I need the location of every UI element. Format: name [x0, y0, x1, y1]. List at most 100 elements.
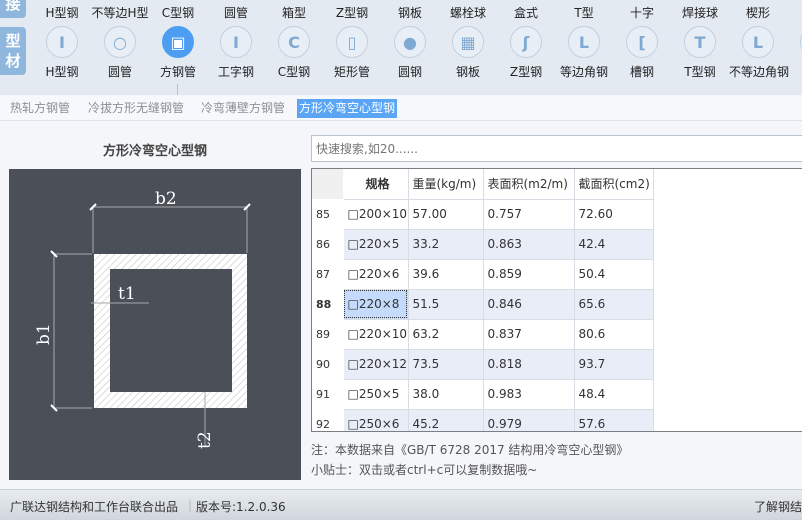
col-surface[interactable]: 表面积(m2/m): [482, 169, 575, 200]
table-cell[interactable]: 65.6: [573, 288, 654, 320]
empty-cell: [653, 319, 802, 349]
profile-item[interactable]: ▯ 矩形管: [323, 26, 381, 80]
version-text: 版本号:1.2.0.36: [196, 500, 286, 514]
side-tab-connection[interactable]: 接: [0, 0, 26, 18]
profile-item[interactable]: T T型钢: [671, 26, 729, 80]
profile-label: T型钢: [684, 65, 716, 79]
col-area[interactable]: 截面积(cm2): [573, 169, 654, 200]
table-cell[interactable]: 0.859: [482, 258, 575, 290]
col-weight[interactable]: 重量(kg/m): [407, 169, 484, 200]
subtab-thin-wall[interactable]: 冷弯薄壁方钢管: [199, 99, 287, 118]
subtab-cold-formed-hollow[interactable]: 方形冷弯空心型钢: [297, 99, 398, 118]
table-cell[interactable]: 51.5: [407, 288, 484, 320]
table-cell[interactable]: □250×5: [342, 378, 409, 410]
table-cell[interactable]: 0.979: [482, 408, 575, 431]
category-item[interactable]: 螺栓球: [450, 4, 486, 21]
profile-item[interactable]: 压: [787, 26, 802, 80]
table-cell[interactable]: □250×6: [342, 408, 409, 431]
side-tab-profiles[interactable]: 型材: [0, 27, 26, 75]
table-row[interactable]: 88 □220×8 51.5 0.846 65.6: [312, 288, 802, 320]
profile-item[interactable]: ● 圆钢: [381, 26, 439, 80]
col-spec[interactable]: 规格: [342, 169, 409, 200]
category-item[interactable]: 钢板: [398, 4, 422, 21]
table-cell[interactable]: 73.5: [407, 348, 484, 380]
profile-icon: L: [742, 26, 774, 58]
panel-title: 方形冷弯空心型钢: [102, 144, 207, 159]
table-cell[interactable]: 48.4: [573, 378, 654, 410]
profile-icon: ○: [104, 26, 136, 58]
profile-item[interactable]: L 等边角钢: [555, 26, 613, 80]
profile-item[interactable]: I H型钢: [33, 26, 91, 80]
subtab-bar: 热轧方钢管 冷拔方形无缝钢管 冷弯薄壁方钢管 方形冷弯空心型钢: [0, 96, 802, 121]
category-item[interactable]: 盒式: [514, 4, 538, 21]
tip-note: 小贴士：双击或者ctrl+c可以复制数据哦~: [311, 463, 538, 477]
learn-more-link[interactable]: 了解钢结: [754, 498, 802, 515]
subtab-cold-drawn[interactable]: 冷拔方形无缝钢管: [86, 99, 186, 118]
profile-item[interactable]: [槽钢: [613, 26, 671, 80]
hollow-section-shape: [94, 254, 247, 408]
table-cell[interactable]: 57.6: [573, 408, 654, 431]
label-b2: b2: [155, 189, 177, 209]
table-cell[interactable]: 0.818: [482, 348, 575, 380]
profile-label: H型钢: [45, 65, 79, 79]
table-cell[interactable]: □220×12: [342, 348, 409, 380]
profile-item[interactable]: L 不等边角钢: [729, 26, 789, 80]
table-cell[interactable]: 0.837: [482, 318, 575, 350]
empty-cell: [653, 349, 802, 379]
table-cell[interactable]: 0.757: [482, 198, 575, 230]
row-index: 89: [312, 318, 344, 350]
profile-item[interactable]: C C型钢: [265, 26, 323, 80]
profile-item[interactable]: ○ 圆管: [91, 26, 149, 80]
category-item[interactable]: H型钢: [45, 4, 78, 21]
table-cell[interactable]: 63.2: [407, 318, 484, 350]
category-item[interactable]: 楔形: [746, 4, 770, 21]
profile-label: 圆钢: [397, 65, 422, 79]
table-cell[interactable]: 80.6: [573, 318, 654, 350]
category-item[interactable]: C型钢: [162, 4, 194, 21]
profile-icon: [: [626, 26, 658, 58]
table-cell[interactable]: □220×8: [342, 288, 409, 320]
category-item[interactable]: 圆管: [224, 4, 248, 21]
table-cell[interactable]: 50.4: [573, 258, 654, 290]
table-cell[interactable]: 57.00: [407, 198, 484, 230]
category-item[interactable]: 不等边H型: [91, 4, 148, 21]
table-row[interactable]: 89 □220×10 63.2 0.837 80.6: [312, 318, 802, 350]
category-item[interactable]: 焊接球: [682, 4, 718, 21]
table-row[interactable]: 87 □220×6 39.6 0.859 50.4: [312, 258, 802, 290]
table-cell[interactable]: 45.2: [407, 408, 484, 431]
row-index: 85: [312, 198, 344, 230]
empty-cell: [653, 229, 802, 259]
table-cell[interactable]: □200×10: [342, 198, 409, 230]
table-cell[interactable]: □220×5: [342, 228, 409, 260]
table-cell[interactable]: 72.60: [573, 198, 654, 230]
table-row[interactable]: 91 □250×5 38.0 0.983 48.4: [312, 378, 802, 410]
profile-item[interactable]: ▣ 方钢管: [149, 26, 207, 80]
category-item[interactable]: Z型钢: [336, 4, 368, 21]
table-cell[interactable]: 42.4: [573, 228, 654, 260]
profile-label: 工字钢: [217, 65, 254, 79]
table-row[interactable]: 85 □200×10 57.00 0.757 72.60: [312, 198, 802, 230]
category-item[interactable]: 十字: [630, 4, 654, 21]
profile-item[interactable]: ▦ 钢板: [439, 26, 497, 80]
table-row[interactable]: 90 □220×12 73.5 0.818 93.7: [312, 348, 802, 380]
table-cell[interactable]: 33.2: [407, 228, 484, 260]
table-row[interactable]: 86 □220×5 33.2 0.863 42.4: [312, 228, 802, 260]
table-cell[interactable]: 39.6: [407, 258, 484, 290]
table-cell[interactable]: 93.7: [573, 348, 654, 380]
table-cell[interactable]: 0.983: [482, 378, 575, 410]
table-cell[interactable]: □220×10: [342, 318, 409, 350]
table-cell[interactable]: 0.846: [482, 288, 575, 320]
search-input[interactable]: [311, 135, 802, 162]
table-cell[interactable]: □220×6: [342, 258, 409, 290]
category-item[interactable]: T型: [574, 4, 593, 21]
table-row[interactable]: 92 □250×6 45.2 0.979 57.6: [312, 408, 802, 431]
profile-icon: I: [46, 26, 78, 58]
subtab-hot-rolled[interactable]: 热轧方钢管: [8, 99, 72, 118]
profile-item[interactable]: I 工字钢: [207, 26, 265, 80]
source-note: 注：本数据来自《GB/T 6728 2017 结构用冷弯空心型钢》: [311, 443, 629, 457]
table-cell[interactable]: 0.863: [482, 228, 575, 260]
category-item[interactable]: 箱型: [282, 4, 306, 21]
profile-item[interactable]: ʃ Z型钢: [497, 26, 555, 80]
table-cell[interactable]: 38.0: [407, 378, 484, 410]
credit-text: 广联达钢结构和工作台联合出品: [10, 500, 179, 514]
